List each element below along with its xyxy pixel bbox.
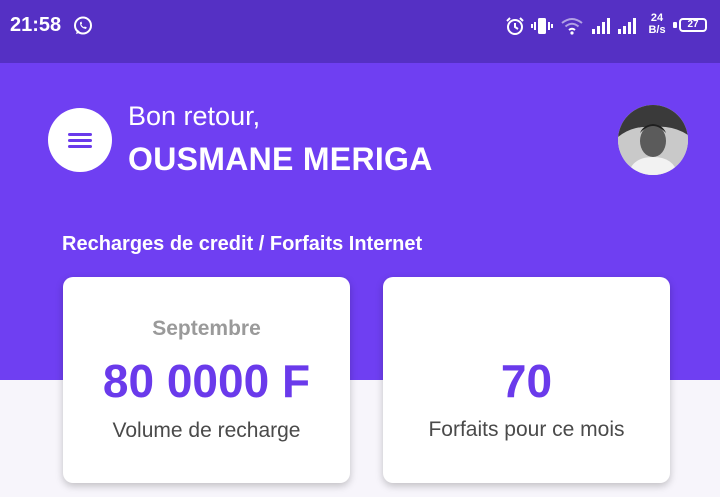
signal-icon [618,18,636,34]
signal-icon [592,18,610,34]
greeting-text: Bon retour, [128,101,261,131]
wifi-icon [561,18,583,35]
battery-level: 27 [687,19,699,30]
menu-button[interactable] [48,108,112,172]
monthly-bundles-value: 70 [500,355,553,407]
status-bar: 21:58 24 B/s 27 [0,0,720,63]
monthly-bundles-card[interactable]: 70 Forfaits pour ce mois [383,277,670,483]
monthly-bundles-label: Forfaits pour ce mois [428,418,625,441]
status-time: 21:58 [10,14,62,36]
recharge-volume-label: Volume de recharge [112,419,301,442]
battery-cap [673,22,677,28]
battery-icon: 27 [679,18,707,32]
network-speed-value: 24 [650,12,664,24]
recharge-volume-value: 80 0000 F [102,355,311,407]
menu-icon [68,133,92,148]
card-month: Septembre [152,317,261,340]
user-name: OUSMANE MERIGA [128,141,433,177]
network-speed-unit: B/s [648,24,666,36]
vibrate-icon [531,18,553,34]
whatsapp-icon [74,16,92,35]
section-title: Recharges de credit / Forfaits Internet [62,233,423,255]
recharge-volume-card[interactable]: Septembre 80 0000 F Volume de recharge [63,277,350,483]
profile-photo [618,105,688,175]
alarm-icon [506,17,524,35]
status-icons: 24 B/s 27 [505,12,710,42]
avatar[interactable] [618,105,688,175]
network-speed: 24 B/s [644,12,670,36]
